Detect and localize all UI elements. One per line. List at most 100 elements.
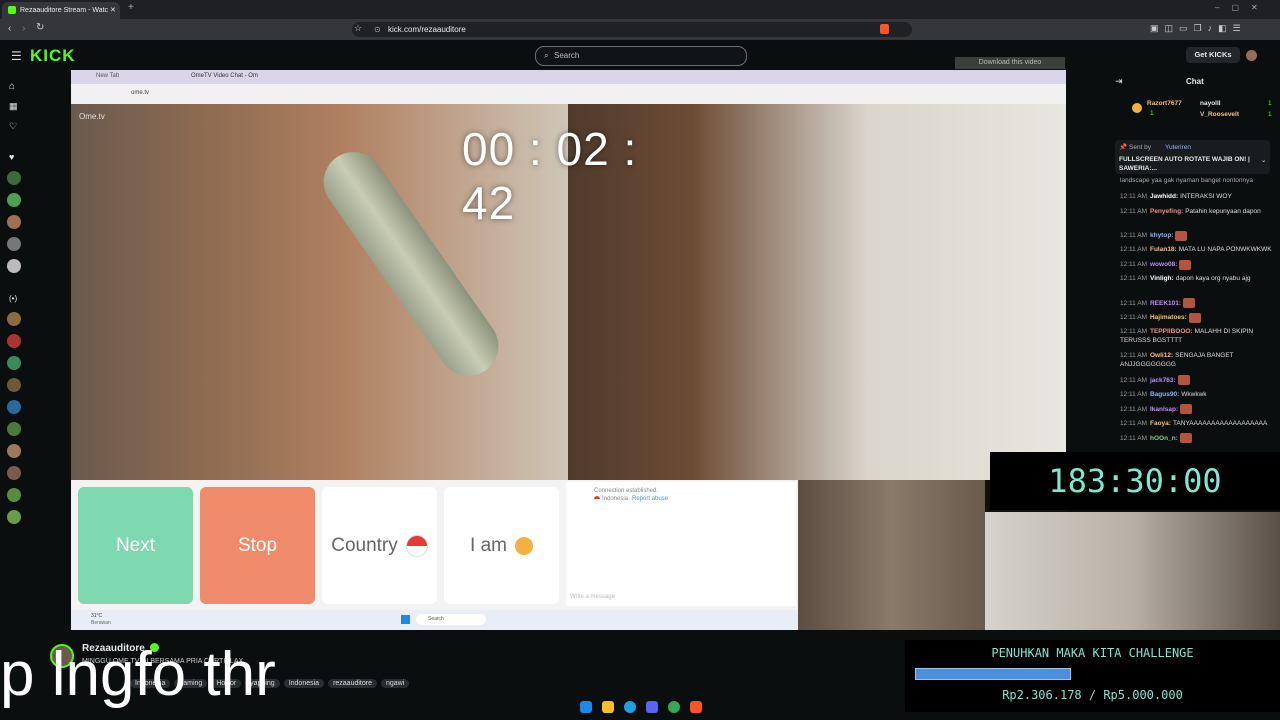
indonesia-flag-icon (405, 534, 428, 557)
get-kicks-label: Get KICKs (1194, 50, 1232, 59)
pinned-sender-label: Sent by (1129, 144, 1152, 151)
chat-username[interactable]: Ikanlsap: (1150, 406, 1178, 413)
pinned-message[interactable]: 📌 Sent by Yuteriren FULLSCREEN AUTO ROTA… (1115, 140, 1270, 174)
extensions-icons[interactable]: ▣◫▭❐♪◧☰ (1150, 23, 1247, 34)
edge-icon[interactable] (624, 701, 636, 713)
url-bar[interactable]: ⊙ kick.com/rezaauditore (352, 22, 912, 37)
search-icon: ⌕ (544, 51, 549, 60)
chat-username[interactable]: Vinligh: (1150, 275, 1174, 282)
supporter-name: nayolll (1200, 100, 1221, 107)
menu-icon[interactable]: ☰ (11, 49, 22, 63)
get-kicks-button[interactable]: Get KICKs (1186, 47, 1240, 63)
close-icon[interactable]: ✕ (110, 2, 116, 19)
chat-message: 12:11 AM Penyefing: Patahin kepunyaan dapo… (1120, 207, 1276, 216)
avatar[interactable] (7, 444, 21, 458)
avatar[interactable] (7, 466, 21, 480)
supporter-value: 1 (1268, 111, 1272, 118)
inner-tab: New Tab (96, 73, 120, 79)
next-button[interactable]: Next (78, 487, 193, 604)
taskbar-search-label: Search (428, 616, 444, 622)
browser-tab-bar: Rezaauditore Stream - Watch ✕ + –▢✕ (0, 0, 1280, 19)
following-icon[interactable]: ♡ (9, 121, 17, 132)
avatar[interactable] (7, 422, 21, 436)
country-button[interactable]: Country (322, 487, 437, 604)
avatar[interactable] (7, 237, 21, 251)
chat-username[interactable]: wowo08: (1150, 261, 1177, 268)
brave-icon[interactable] (690, 701, 702, 713)
browser-tab[interactable]: Rezaauditore Stream - Watch ✕ (2, 2, 120, 19)
chat-timestamp: 12:11 AM (1120, 193, 1147, 200)
avatar[interactable] (7, 312, 21, 326)
window-controls[interactable]: –▢✕ (1215, 3, 1270, 12)
chat-username[interactable]: jack763: (1150, 377, 1176, 384)
chat-username[interactable]: Owli12: (1150, 352, 1173, 359)
stream-tag[interactable]: Indonesia (283, 679, 325, 688)
chat-username[interactable]: REEK101: (1150, 300, 1181, 307)
message-input[interactable]: Write a message (570, 594, 615, 600)
chat-timestamp: 12:11 AM (1120, 352, 1147, 359)
stranger-location: Indonesia (602, 496, 629, 502)
bookmark-icon[interactable]: ☆ (354, 23, 362, 34)
forward-icon[interactable]: › (22, 23, 25, 34)
avatar[interactable] (7, 334, 21, 348)
kick-favicon-icon (8, 6, 16, 14)
chat-timestamp: 12:11 AM (1120, 328, 1147, 335)
chat-text: Wkwkwk (1181, 390, 1207, 398)
gender-button[interactable]: I am (444, 487, 559, 604)
avatar[interactable] (7, 378, 21, 392)
chrome-icon[interactable] (668, 701, 680, 713)
chat-username[interactable]: TEPPIIBOOO: (1150, 328, 1193, 335)
back-icon[interactable]: ‹ (8, 23, 11, 34)
windows-icon[interactable] (580, 701, 592, 713)
chat-message: 12:11 AM hOOn_n: (1120, 433, 1276, 443)
chevron-down-icon[interactable]: ⌄ (1261, 156, 1266, 164)
weather-temp: 31°C (91, 613, 103, 619)
brave-shield-icon[interactable] (880, 24, 889, 34)
ometv-logo: Ome.tv (79, 112, 105, 121)
chat-username[interactable]: Bagus90: (1150, 391, 1179, 398)
avatar[interactable] (7, 193, 21, 207)
stop-button[interactable]: Stop (200, 487, 315, 604)
chat-username[interactable]: Hajimatoes: (1150, 314, 1187, 321)
download-video-button[interactable]: Download this video (955, 57, 1065, 69)
progress-track (915, 668, 1270, 680)
kick-logo[interactable]: KICK (30, 46, 76, 66)
chat-timestamp: 12:11 AM (1120, 434, 1147, 442)
chat-message: 12:11 AM Owli12: SENGAJA BANGET ANJJGGGGGG… (1120, 351, 1276, 369)
stream-tag[interactable]: rezaauditore (328, 679, 377, 688)
home-icon[interactable]: ⌂ (9, 81, 15, 92)
progress-fill (915, 668, 1072, 680)
chat-username[interactable]: khytop: (1150, 232, 1173, 239)
chat-username[interactable]: Fulan18: (1150, 246, 1177, 253)
avatar[interactable] (7, 215, 21, 229)
heart-icon[interactable]: ♥ (9, 152, 14, 162)
avatar[interactable] (7, 510, 21, 524)
chat-timestamp: 12:11 AM (1120, 246, 1147, 253)
chat-username[interactable]: hOOn_n: (1150, 435, 1178, 442)
reload-icon[interactable]: ↻ (36, 22, 44, 33)
supporter-value: 1 (1150, 110, 1154, 117)
discord-icon[interactable] (646, 701, 658, 713)
avatar[interactable] (7, 400, 21, 414)
browse-icon[interactable]: ▦ (9, 101, 18, 112)
search-input[interactable]: ⌕ Search (535, 46, 747, 66)
chat-timestamp: 12:11 AM (1120, 405, 1147, 413)
chat-username[interactable]: Jawhidd: (1150, 193, 1178, 200)
overlay-subtitle: p lngfo thr (0, 640, 276, 709)
site-info-icon[interactable]: ⊙ (374, 22, 381, 37)
avatar[interactable] (7, 171, 21, 185)
avatar[interactable] (7, 259, 21, 273)
collapse-chat-icon[interactable]: ⇥ (1115, 76, 1123, 87)
avatar[interactable] (1246, 50, 1257, 61)
chat-username[interactable]: Penyefing: (1150, 208, 1183, 215)
folder-icon[interactable] (602, 701, 614, 713)
taskbar-search: Search (416, 614, 486, 625)
iam-label: I am (470, 534, 507, 556)
new-tab-icon[interactable]: + (128, 2, 134, 13)
download-label: Download this video (978, 59, 1042, 66)
avatar[interactable] (7, 356, 21, 370)
report-abuse-link[interactable]: Report abuse (632, 496, 668, 502)
chat-username[interactable]: Faoya: (1150, 420, 1171, 427)
stream-tag[interactable]: ngawi (380, 679, 410, 688)
avatar[interactable] (7, 488, 21, 502)
